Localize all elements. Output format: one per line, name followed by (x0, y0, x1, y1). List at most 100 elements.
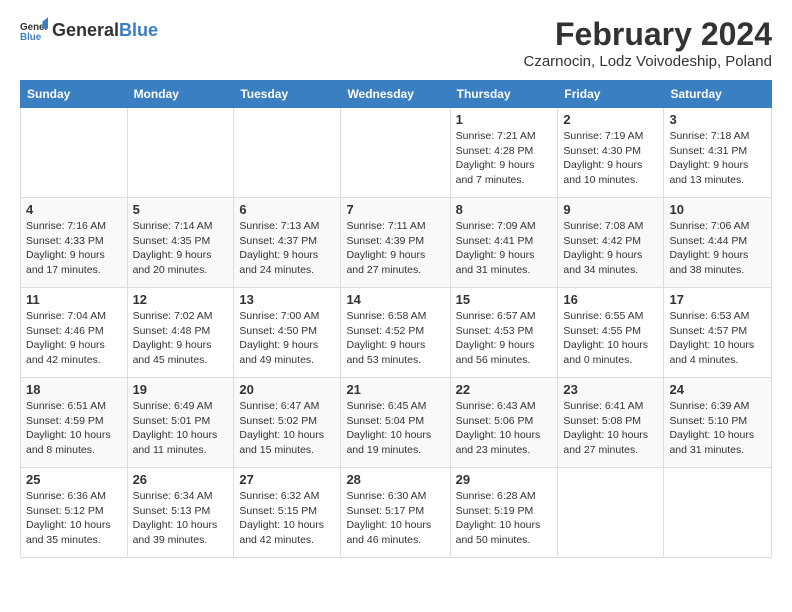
day-number: 6 (239, 202, 335, 217)
day-number: 24 (669, 382, 766, 397)
day-info: Sunrise: 6:41 AM Sunset: 5:08 PM Dayligh… (563, 399, 658, 458)
calendar-cell: 1 Sunrise: 7:21 AM Sunset: 4:28 PM Daylig… (450, 108, 558, 198)
day-info: Sunrise: 6:49 AM Sunset: 5:01 PM Dayligh… (133, 399, 229, 458)
day-info: Sunrise: 6:53 AM Sunset: 4:57 PM Dayligh… (669, 309, 766, 368)
day-number: 1 (456, 112, 553, 127)
calendar-cell: 7Sunrise: 7:11 AM Sunset: 4:39 PM Daylig… (341, 198, 450, 288)
calendar-cell: 4 Sunrise: 7:16 AM Sunset: 4:33 PM Daylig… (21, 198, 128, 288)
calendar-cell: 23Sunrise: 6:41 AM Sunset: 5:08 PM Dayli… (558, 378, 664, 468)
day-number: 9 (563, 202, 658, 217)
calendar-cell: 28 Sunrise: 6:30 AM Sunset: 5:17 PM Dayli… (341, 468, 450, 558)
day-info: Sunrise: 7:13 AM Sunset: 4:37 PM Dayligh… (239, 219, 335, 278)
logo-text-blue: Blue (119, 20, 158, 41)
calendar-cell: 26 Sunrise: 6:34 AM Sunset: 5:13 PM Dayli… (127, 468, 234, 558)
day-info: Sunrise: 6:55 AM Sunset: 4:55 PM Dayligh… (563, 309, 658, 368)
day-info: Sunrise: 6:45 AM Sunset: 5:04 PM Dayligh… (346, 399, 444, 458)
day-info: Sunrise: 6:57 AM Sunset: 4:53 PM Dayligh… (456, 309, 553, 368)
day-number: 21 (346, 382, 444, 397)
day-number: 13 (239, 292, 335, 307)
logo: General Blue General Blue (20, 16, 158, 44)
calendar-cell: 10 Sunrise: 7:06 AM Sunset: 4:44 PM Dayli… (664, 198, 772, 288)
calendar-cell: 22 Sunrise: 6:43 AM Sunset: 5:06 PM Dayli… (450, 378, 558, 468)
day-info: Sunrise: 6:39 AM Sunset: 5:10 PM Dayligh… (669, 399, 766, 458)
day-number: 22 (456, 382, 553, 397)
day-number: 19 (133, 382, 229, 397)
calendar-cell: 13Sunrise: 7:00 AM Sunset: 4:50 PM Dayli… (234, 288, 341, 378)
calendar-cell: 11Sunrise: 7:04 AM Sunset: 4:46 PM Dayli… (21, 288, 128, 378)
day-number: 20 (239, 382, 335, 397)
day-info: Sunrise: 7:06 AM Sunset: 4:44 PM Dayligh… (669, 219, 766, 278)
calendar-cell: 8 Sunrise: 7:09 AM Sunset: 4:41 PM Daylig… (450, 198, 558, 288)
day-number: 8 (456, 202, 553, 217)
calendar-cell: 17 Sunrise: 6:53 AM Sunset: 4:57 PM Dayli… (664, 288, 772, 378)
day-number: 10 (669, 202, 766, 217)
weekday-header-thursday: Thursday (450, 81, 558, 108)
day-info: Sunrise: 7:04 AM Sunset: 4:46 PM Dayligh… (26, 309, 122, 368)
day-info: Sunrise: 6:51 AM Sunset: 4:59 PM Dayligh… (26, 399, 122, 458)
title-area: February 2024 Czarnocin, Lodz Voivodeshi… (524, 16, 773, 70)
day-info: Sunrise: 7:16 AM Sunset: 4:33 PM Dayligh… (26, 219, 122, 278)
day-number: 18 (26, 382, 122, 397)
week-row-3: 11Sunrise: 7:04 AM Sunset: 4:46 PM Dayli… (21, 288, 772, 378)
day-info: Sunrise: 7:02 AM Sunset: 4:48 PM Dayligh… (133, 309, 229, 368)
calendar-cell: 21 Sunrise: 6:45 AM Sunset: 5:04 PM Dayli… (341, 378, 450, 468)
svg-text:Blue: Blue (20, 32, 42, 43)
calendar-cell: 6 Sunrise: 7:13 AM Sunset: 4:37 PM Daylig… (234, 198, 341, 288)
calendar-cell: 16 Sunrise: 6:55 AM Sunset: 4:55 PM Dayli… (558, 288, 664, 378)
day-number: 16 (563, 292, 658, 307)
day-number: 17 (669, 292, 766, 307)
calendar-cell: 14 Sunrise: 6:58 AM Sunset: 4:52 PM Dayli… (341, 288, 450, 378)
day-info: Sunrise: 6:30 AM Sunset: 5:17 PM Dayligh… (346, 489, 444, 548)
day-info: Sunrise: 7:08 AM Sunset: 4:42 PM Dayligh… (563, 219, 658, 278)
logo-icon: General Blue (20, 16, 48, 44)
calendar-cell: 9 Sunrise: 7:08 AM Sunset: 4:42 PM Daylig… (558, 198, 664, 288)
day-number: 15 (456, 292, 553, 307)
day-info: Sunrise: 6:32 AM Sunset: 5:15 PM Dayligh… (239, 489, 335, 548)
calendar-cell: 12Sunrise: 7:02 AM Sunset: 4:48 PM Dayli… (127, 288, 234, 378)
calendar-cell: 29 Sunrise: 6:28 AM Sunset: 5:19 PM Dayli… (450, 468, 558, 558)
day-number: 3 (669, 112, 766, 127)
weekday-header-sunday: Sunday (21, 81, 128, 108)
calendar-cell: 27 Sunrise: 6:32 AM Sunset: 5:15 PM Dayli… (234, 468, 341, 558)
week-row-2: 4 Sunrise: 7:16 AM Sunset: 4:33 PM Daylig… (21, 198, 772, 288)
weekday-header-friday: Friday (558, 81, 664, 108)
day-info: Sunrise: 6:36 AM Sunset: 5:12 PM Dayligh… (26, 489, 122, 548)
day-number: 28 (346, 472, 444, 487)
subtitle: Czarnocin, Lodz Voivodeship, Poland (524, 53, 773, 70)
week-row-4: 18 Sunrise: 6:51 AM Sunset: 4:59 PM Dayli… (21, 378, 772, 468)
header-area: General Blue General Blue February 2024 … (20, 16, 772, 70)
day-number: 25 (26, 472, 122, 487)
weekday-header-saturday: Saturday (664, 81, 772, 108)
calendar-cell (21, 108, 128, 198)
calendar-cell: 2Sunrise: 7:19 AM Sunset: 4:30 PM Daylig… (558, 108, 664, 198)
calendar-cell: 15 Sunrise: 6:57 AM Sunset: 4:53 PM Dayli… (450, 288, 558, 378)
weekday-header-wednesday: Wednesday (341, 81, 450, 108)
calendar-cell (664, 468, 772, 558)
day-info: Sunrise: 7:14 AM Sunset: 4:35 PM Dayligh… (133, 219, 229, 278)
week-row-1: 1 Sunrise: 7:21 AM Sunset: 4:28 PM Daylig… (21, 108, 772, 198)
day-info: Sunrise: 6:43 AM Sunset: 5:06 PM Dayligh… (456, 399, 553, 458)
day-number: 29 (456, 472, 553, 487)
calendar-cell (341, 108, 450, 198)
logo-text-general: General (52, 20, 119, 41)
day-info: Sunrise: 6:58 AM Sunset: 4:52 PM Dayligh… (346, 309, 444, 368)
calendar-cell (234, 108, 341, 198)
day-number: 27 (239, 472, 335, 487)
weekday-header-monday: Monday (127, 81, 234, 108)
day-info: Sunrise: 6:28 AM Sunset: 5:19 PM Dayligh… (456, 489, 553, 548)
day-info: Sunrise: 6:34 AM Sunset: 5:13 PM Dayligh… (133, 489, 229, 548)
day-info: Sunrise: 7:09 AM Sunset: 4:41 PM Dayligh… (456, 219, 553, 278)
calendar-cell: 25 Sunrise: 6:36 AM Sunset: 5:12 PM Dayli… (21, 468, 128, 558)
day-number: 2 (563, 112, 658, 127)
day-number: 4 (26, 202, 122, 217)
day-info: Sunrise: 7:18 AM Sunset: 4:31 PM Dayligh… (669, 129, 766, 188)
calendar-cell: 5Sunrise: 7:14 AM Sunset: 4:35 PM Daylig… (127, 198, 234, 288)
day-number: 14 (346, 292, 444, 307)
day-number: 26 (133, 472, 229, 487)
calendar-cell (127, 108, 234, 198)
week-row-5: 25 Sunrise: 6:36 AM Sunset: 5:12 PM Dayli… (21, 468, 772, 558)
day-number: 7 (346, 202, 444, 217)
calendar-cell: 18 Sunrise: 6:51 AM Sunset: 4:59 PM Dayli… (21, 378, 128, 468)
day-info: Sunrise: 7:21 AM Sunset: 4:28 PM Dayligh… (456, 129, 553, 188)
calendar-cell: 20Sunrise: 6:47 AM Sunset: 5:02 PM Dayli… (234, 378, 341, 468)
